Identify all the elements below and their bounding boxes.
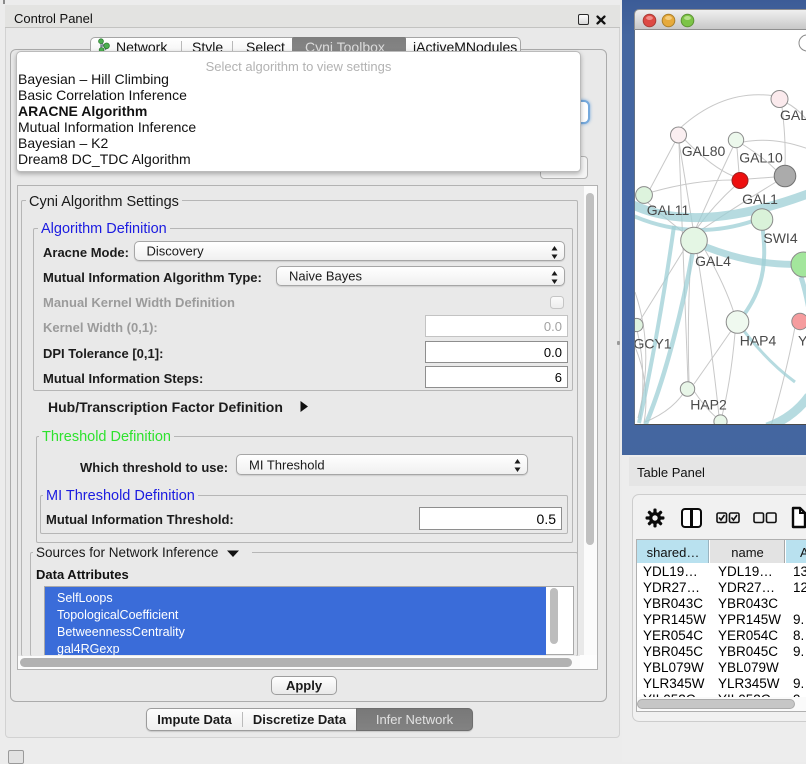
svg-text:GAL11: GAL11 (647, 202, 690, 218)
svg-text:GAL10: GAL10 (739, 150, 783, 166)
svg-text:GAL1: GAL1 (742, 191, 778, 207)
svg-text:GAL80: GAL80 (682, 143, 726, 159)
svg-text:SWI4: SWI4 (763, 230, 797, 246)
svg-text:GAL7: GAL7 (780, 107, 806, 123)
svg-text:GCY1: GCY1 (635, 336, 672, 352)
svg-text:HAP4: HAP4 (740, 333, 777, 349)
svg-text:GAL4: GAL4 (695, 253, 731, 269)
svg-text:Y: Y (798, 333, 806, 349)
svg-text:HAP2: HAP2 (690, 397, 727, 413)
